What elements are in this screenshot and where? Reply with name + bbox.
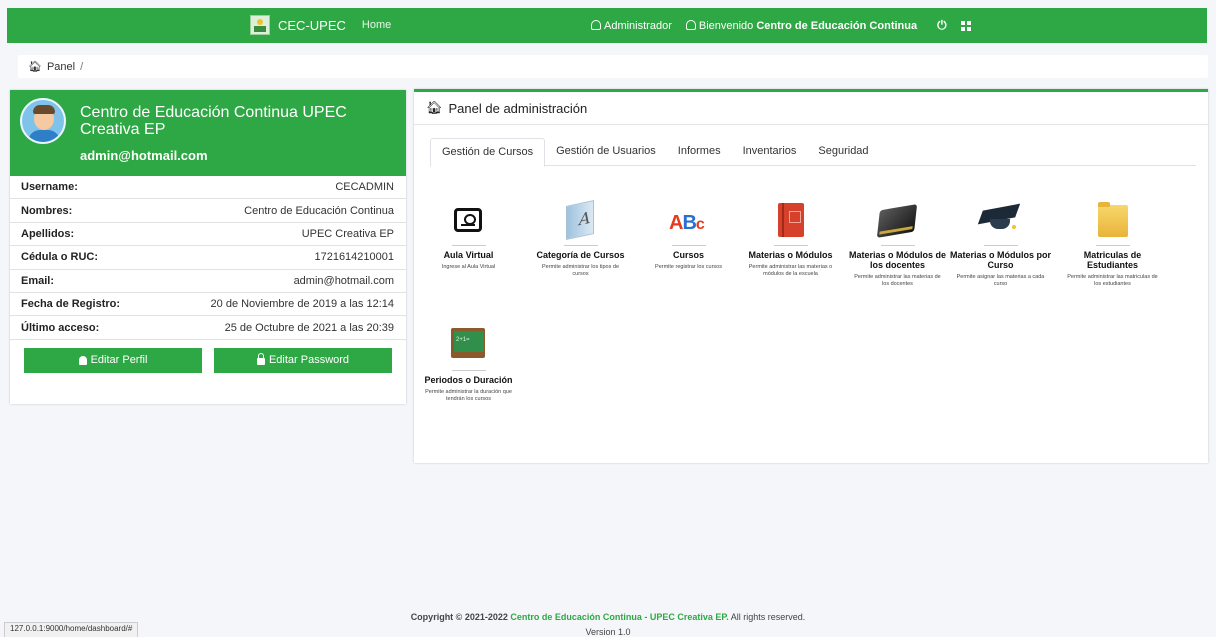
brand-name[interactable]: CEC-UPEC: [278, 18, 346, 33]
info-row-nombres: Nombres: Centro de Educación Continua: [10, 199, 406, 223]
profile-header: Centro de Educación Continua UPEC Creati…: [10, 90, 406, 176]
module-materias-docentes[interactable]: Materias o Módulos de los docentes Permi…: [845, 197, 950, 287]
tab-gestion-usuarios[interactable]: Gestión de Usuarios: [545, 138, 667, 166]
virtual-classroom-icon: [454, 208, 482, 232]
version-text: Version 1.0: [585, 627, 631, 637]
info-row-cedula: Cédula o RUC: 1721614210001: [10, 246, 406, 270]
module-materias-modulos[interactable]: Materias o Módulos Permite administrar l…: [738, 197, 843, 277]
brand-logo-icon: [250, 15, 270, 35]
edit-password-button[interactable]: Editar Password: [214, 347, 392, 373]
book-icon: [876, 204, 918, 238]
avatar: [20, 98, 66, 144]
user-icon: [591, 19, 601, 30]
welcome-link[interactable]: Bienvenido Centro de Educación Continua: [685, 19, 918, 32]
info-row-ultimo-acceso: Último acceso: 25 de Octubre de 2021 a la…: [10, 316, 406, 340]
graduation-cap-icon: [948, 197, 1053, 242]
lock-icon: [256, 353, 265, 366]
admin-panel: 🏠︎ Panel de administración Gestión de Cu…: [414, 89, 1208, 463]
abc-icon: ABc: [669, 212, 705, 234]
admin-link[interactable]: Administrador: [591, 19, 672, 32]
profile-actions: Editar Perfil Editar Password: [10, 340, 406, 373]
home-icon: 🏠︎: [426, 100, 443, 115]
tab-informes[interactable]: Informes: [667, 138, 732, 166]
module-materias-por-curso[interactable]: Materias o Módulos por Curso Permite asi…: [948, 197, 1053, 287]
admin-tabs: Gestión de Cursos Gestión de Usuarios In…: [430, 138, 1196, 167]
breadcrumb: 🏠︎ Panel /: [18, 55, 1208, 78]
tab-inventarios[interactable]: Inventarios: [732, 138, 808, 166]
tab-gestion-cursos[interactable]: Gestión de Cursos: [430, 138, 546, 167]
info-row-fecha-registro: Fecha de Registro: 20 de Noviembre de 201…: [10, 293, 406, 317]
breadcrumb-panel[interactable]: Panel: [47, 61, 75, 73]
footer-org-link[interactable]: Centro de Educación Continua - UPEC Crea…: [510, 612, 728, 622]
module-cursos[interactable]: ABc Cursos Permite registrar los cursos: [636, 197, 741, 271]
status-url: 127.0.0.1:9000/home/dashboard/#: [4, 622, 139, 637]
user-icon: [78, 355, 87, 365]
footer: Copyright © 2021-2022 Centro de Educació…: [410, 612, 806, 622]
profile-info-list: Username: CECADMIN Nombres: Centro de Educ…: [10, 176, 406, 340]
module-periodos[interactable]: Periodos o Duración Permite administrar …: [416, 322, 521, 402]
info-row-apellidos: Apellidos: UPEC Creativa EP: [10, 223, 406, 247]
grid-menu-icon[interactable]: [960, 20, 971, 31]
module-categoria-cursos[interactable]: A Categoría de Cursos Permite administra…: [528, 197, 633, 277]
user-icon: [685, 19, 696, 30]
navbar-right: Administrador Bienvenido Centro de Educa…: [591, 18, 971, 33]
folder-icon: [1098, 202, 1128, 237]
info-row-username: Username: CECADMIN: [10, 176, 406, 200]
breadcrumb-separator: /: [80, 60, 84, 73]
edit-profile-button[interactable]: Editar Perfil: [24, 347, 202, 373]
home-icon: 🏠︎: [28, 61, 42, 73]
module-matriculas[interactable]: Matriculas de Estudiantes Permite admini…: [1060, 197, 1165, 287]
chalkboard-icon: [451, 328, 485, 358]
profile-email: admin@hotmail.com: [80, 148, 208, 163]
nav-home-link[interactable]: Home: [362, 19, 391, 31]
power-icon[interactable]: ⏻: [937, 18, 947, 33]
top-navbar: CEC-UPEC Home Administrador Bienvenido C…: [7, 8, 1207, 43]
profile-name: Centro de Educación Continua UPEC Creati…: [80, 104, 347, 138]
tab-seguridad[interactable]: Seguridad: [807, 138, 879, 166]
category-icon: A: [566, 200, 594, 240]
notebook-icon: [778, 203, 804, 237]
brand[interactable]: CEC-UPEC Home: [250, 15, 391, 35]
admin-panel-header: 🏠︎ Panel de administración: [414, 92, 1208, 125]
module-aula-virtual[interactable]: Aula Virtual Ingrese al Aula Virtual: [416, 197, 521, 271]
admin-panel-title: Panel de administración: [448, 100, 588, 116]
welcome-name: Centro de Educación Continua: [756, 19, 918, 32]
info-row-email: Email: admin@hotmail.com: [10, 270, 406, 293]
profile-card: Centro de Educación Continua UPEC Creati…: [10, 90, 406, 404]
